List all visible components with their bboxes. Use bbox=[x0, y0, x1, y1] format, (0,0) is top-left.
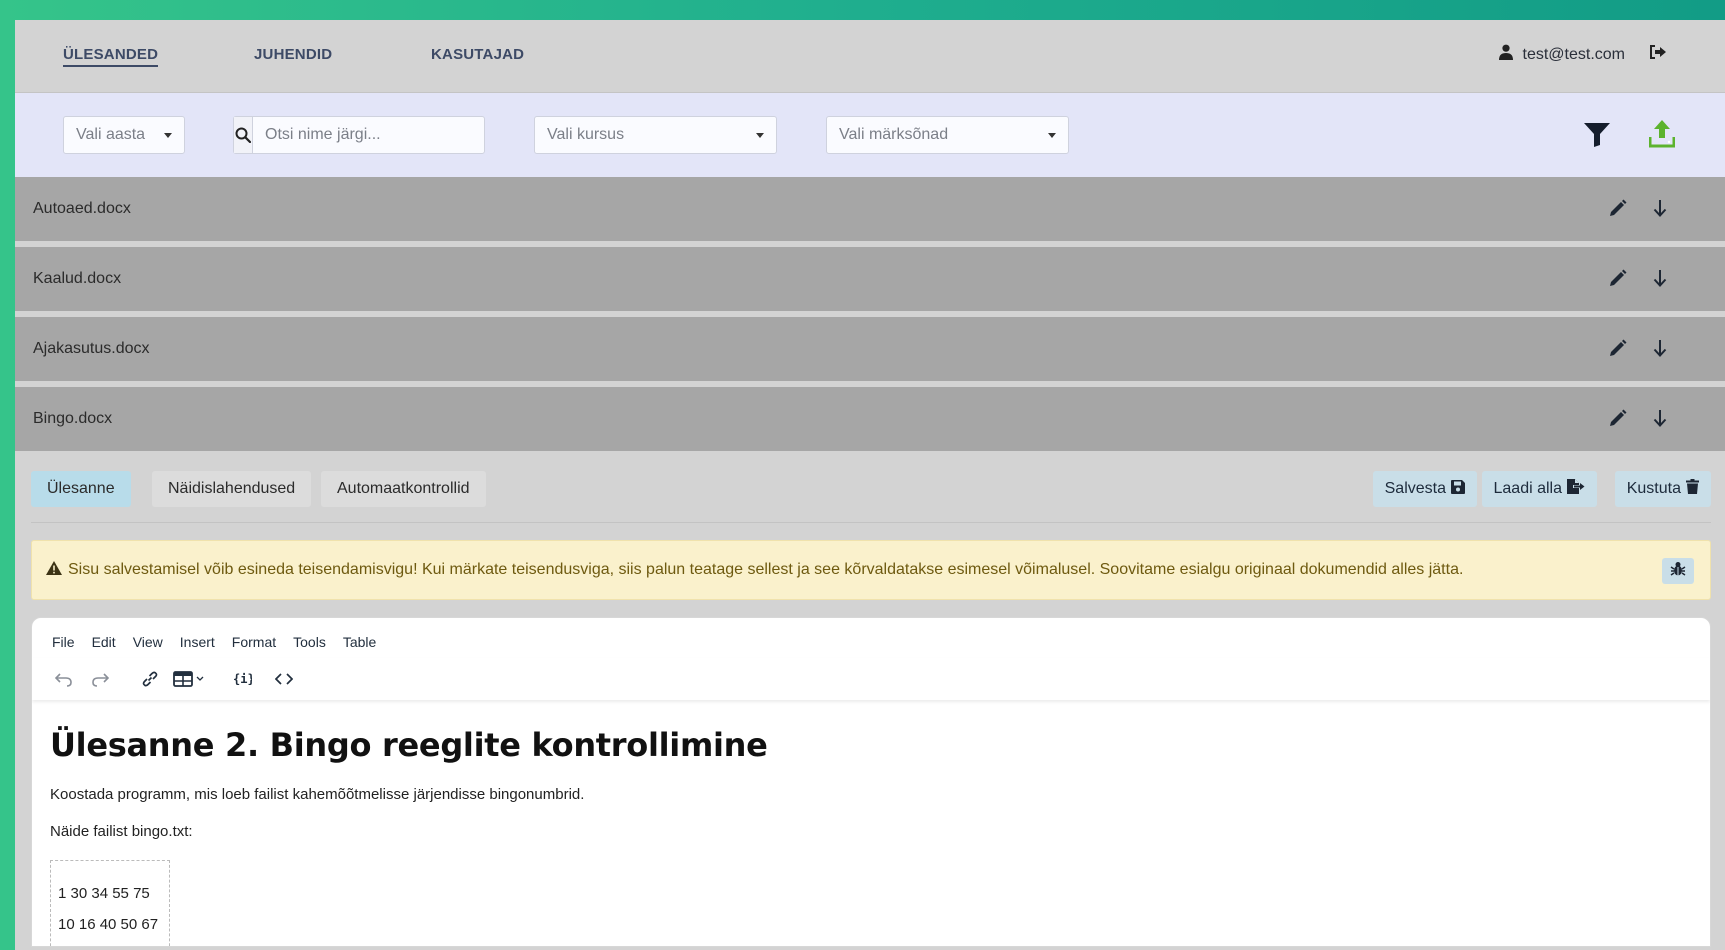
file-row[interactable]: Autoaed.docx bbox=[15, 177, 1725, 241]
year-select[interactable]: Vali aasta bbox=[63, 116, 185, 154]
save-button-label: Salvesta bbox=[1384, 480, 1446, 497]
course-select[interactable]: Vali kursus bbox=[534, 116, 777, 154]
delete-button-label: Kustuta bbox=[1626, 480, 1681, 497]
filter-icon[interactable] bbox=[1584, 123, 1610, 152]
download-arrow-icon[interactable] bbox=[1653, 409, 1667, 432]
file-row[interactable]: Kaalud.docx bbox=[15, 247, 1725, 311]
nav-tab-tasks[interactable]: ÜLESANDED bbox=[63, 46, 159, 67]
bug-icon bbox=[1670, 561, 1686, 582]
editor-content[interactable]: Ülesanne 2. Bingo reeglite kontrollimine… bbox=[32, 700, 1710, 946]
menu-format[interactable]: Format bbox=[232, 634, 276, 658]
conversion-warning-banner: Sisu salvestamisel võib esineda teisenda… bbox=[31, 540, 1711, 600]
menu-table[interactable]: Table bbox=[343, 634, 376, 658]
floppy-disk-icon bbox=[1451, 479, 1465, 499]
chevron-down-icon bbox=[756, 132, 764, 138]
link-icon[interactable] bbox=[138, 664, 162, 694]
file-name: Ajakasutus.docx bbox=[33, 340, 150, 357]
file-name: Autoaed.docx bbox=[33, 200, 131, 217]
search-input[interactable] bbox=[253, 117, 484, 153]
pencil-icon[interactable] bbox=[1609, 409, 1627, 432]
undo-icon[interactable] bbox=[52, 664, 76, 694]
keywords-select-placeholder: Vali märksõnad bbox=[839, 126, 949, 143]
task-editor-section: Ülesanne Näidislahendused Automaatkontro… bbox=[15, 451, 1725, 947]
file-export-icon bbox=[1567, 479, 1585, 499]
redo-icon[interactable] bbox=[88, 664, 112, 694]
download-arrow-icon[interactable] bbox=[1653, 269, 1667, 292]
download-button-label: Laadi alla bbox=[1493, 480, 1563, 497]
menu-insert[interactable]: Insert bbox=[180, 634, 215, 658]
code-line: 1 30 34 55 75 bbox=[58, 885, 150, 902]
document-paragraph: Näide failist bingo.txt: bbox=[50, 823, 193, 840]
download-button[interactable]: Laadi alla bbox=[1481, 471, 1597, 507]
user-email: test@test.com bbox=[1522, 45, 1626, 63]
nav-tab-guides[interactable]: JUHENDID bbox=[254, 46, 332, 63]
upload-icon[interactable] bbox=[1648, 120, 1676, 153]
menu-file[interactable]: File bbox=[52, 634, 75, 658]
download-arrow-icon[interactable] bbox=[1653, 339, 1667, 362]
delete-button[interactable]: Kustuta bbox=[1614, 471, 1711, 507]
file-name: Kaalud.docx bbox=[33, 270, 122, 287]
warning-text: Sisu salvestamisel võib esineda teisenda… bbox=[68, 561, 1464, 578]
editor-tabs-row: Ülesanne Näidislahendused Automaatkontro… bbox=[31, 451, 1711, 523]
logout-icon[interactable] bbox=[1649, 44, 1667, 65]
chevron-down-icon bbox=[164, 132, 172, 138]
course-select-placeholder: Vali kursus bbox=[547, 126, 625, 143]
rich-text-editor: File Edit View Insert Format Tools Table bbox=[31, 617, 1711, 947]
file-row[interactable]: Ajakasutus.docx bbox=[15, 317, 1725, 381]
table-icon[interactable] bbox=[170, 664, 210, 694]
pencil-icon[interactable] bbox=[1609, 199, 1627, 222]
tab-sample-solutions[interactable]: Näidislahendused bbox=[152, 471, 312, 507]
app-window: ÜLESANDED JUHENDID KASUTAJAD test@test.c… bbox=[15, 20, 1725, 950]
tab-task[interactable]: Ülesanne bbox=[31, 471, 131, 507]
user-icon bbox=[1498, 44, 1513, 65]
file-name: Bingo.docx bbox=[33, 410, 113, 427]
nav-tab-users[interactable]: KASUTAJAD bbox=[431, 46, 524, 63]
editor-menubar: File Edit View Insert Format Tools Table bbox=[32, 618, 1710, 658]
file-row[interactable]: Bingo.docx bbox=[15, 387, 1725, 451]
warning-triangle-icon bbox=[46, 560, 62, 580]
search-icon[interactable] bbox=[234, 117, 253, 153]
source-code-icon[interactable] bbox=[272, 664, 296, 694]
keywords-select[interactable]: Vali märksõnad bbox=[826, 116, 1069, 154]
file-list: Autoaed.docx Kaalud.docx Ajakasutus.docx… bbox=[15, 177, 1725, 451]
pencil-icon[interactable] bbox=[1609, 339, 1627, 362]
code-example-box: 1 30 34 55 75 10 16 40 50 67 bbox=[50, 860, 170, 946]
document-heading: Ülesanne 2. Bingo reeglite kontrollimine bbox=[50, 726, 768, 764]
code-line: 10 16 40 50 67 bbox=[58, 916, 159, 933]
document-paragraph: Koostada programm, mis loeb failist kahe… bbox=[50, 786, 585, 803]
menu-view[interactable]: View bbox=[133, 634, 163, 658]
menu-edit[interactable]: Edit bbox=[92, 634, 116, 658]
year-select-placeholder: Vali aasta bbox=[76, 126, 146, 143]
trash-icon bbox=[1686, 479, 1699, 499]
svg-text:{i}: {i} bbox=[233, 672, 252, 686]
search-box bbox=[233, 116, 485, 154]
chevron-down-icon bbox=[1048, 132, 1056, 138]
pencil-icon[interactable] bbox=[1609, 269, 1627, 292]
report-bug-button[interactable] bbox=[1662, 558, 1694, 584]
editor-toolbar: {i} bbox=[32, 658, 1710, 700]
filter-bar: Vali aasta Vali kursus Vali märksõnad bbox=[15, 93, 1725, 177]
tab-auto-checks[interactable]: Automaatkontrollid bbox=[321, 471, 486, 507]
top-navigation: ÜLESANDED JUHENDID KASUTAJAD test@test.c… bbox=[15, 20, 1725, 93]
menu-tools[interactable]: Tools bbox=[293, 634, 326, 658]
user-area: test@test.com bbox=[1498, 44, 1668, 65]
save-button[interactable]: Salvesta bbox=[1372, 471, 1477, 507]
download-arrow-icon[interactable] bbox=[1653, 199, 1667, 222]
template-variable-icon[interactable]: {i} bbox=[230, 664, 254, 694]
